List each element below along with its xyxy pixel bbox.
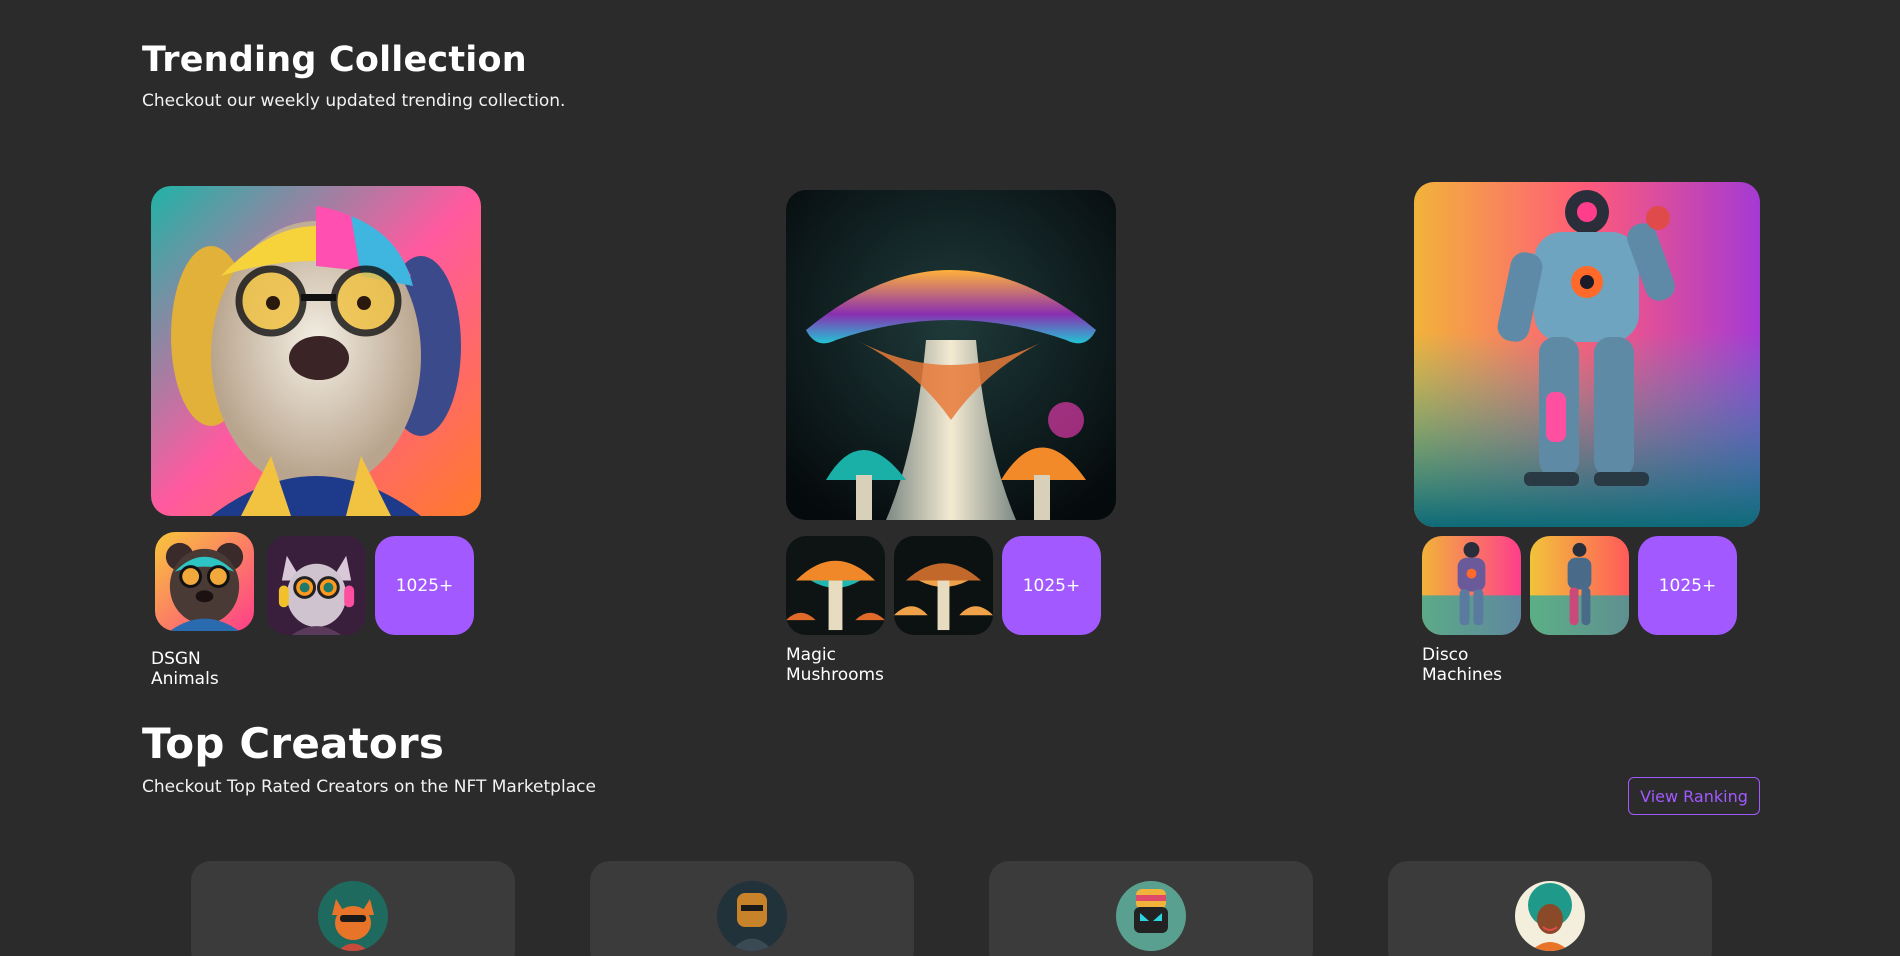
view-ranking-button[interactable]: View Ranking (1628, 777, 1760, 815)
collection-main-image[interactable] (1414, 182, 1760, 527)
collection-thumb-2[interactable] (267, 536, 366, 635)
page: Trending Collection Checkout our weekly … (0, 0, 1900, 956)
visor-avatar (1116, 881, 1186, 951)
collection-thumb-1[interactable] (786, 536, 885, 635)
creators-title: Top Creators (142, 719, 445, 768)
trending-title: Trending Collection (142, 40, 527, 80)
collection-name[interactable]: Magic Mushrooms (786, 645, 884, 685)
creator-card[interactable] (191, 861, 515, 956)
fox-avatar (318, 881, 388, 951)
trending-subtitle: Checkout our weekly updated trending col… (142, 91, 566, 111)
collection-count-tile[interactable]: 1025+ (375, 536, 474, 635)
collection-count-tile[interactable]: 1025+ (1002, 536, 1101, 635)
collection-thumb-1[interactable] (155, 532, 254, 631)
collection-main-image[interactable] (151, 186, 481, 516)
robot-avatar (717, 881, 787, 951)
creators-subtitle: Checkout Top Rated Creators on the NFT M… (142, 777, 596, 797)
collection-thumb-2[interactable] (894, 536, 993, 635)
creator-card[interactable] (590, 861, 914, 956)
collection-name[interactable]: DSGN Animals (151, 649, 219, 689)
collection-thumb-2[interactable] (1530, 536, 1629, 635)
collection-count-tile[interactable]: 1025+ (1638, 536, 1737, 635)
creator-card[interactable] (989, 861, 1313, 956)
creator-card[interactable] (1388, 861, 1712, 956)
afro-woman-avatar (1515, 881, 1585, 951)
collection-name[interactable]: Disco Machines (1422, 645, 1502, 685)
collection-thumb-1[interactable] (1422, 536, 1521, 635)
collection-main-image[interactable] (786, 190, 1116, 520)
